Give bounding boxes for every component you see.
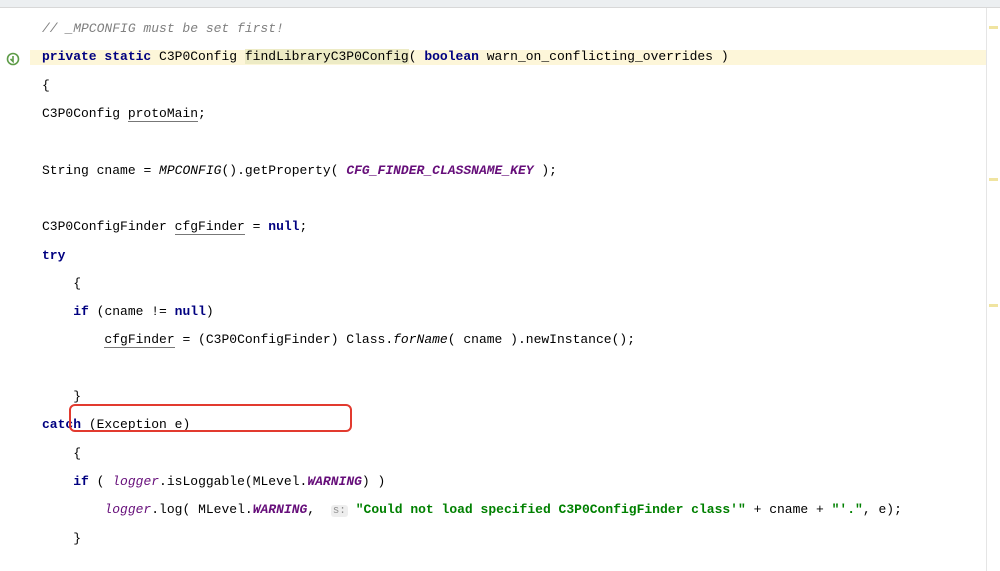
const: WARNING <box>253 502 308 517</box>
kw-if: if <box>73 304 89 319</box>
type: C3P0Config <box>42 106 120 121</box>
error-stripe[interactable] <box>986 8 1000 571</box>
p: ) <box>721 49 729 64</box>
string: "'." <box>832 502 863 517</box>
type-bool: boolean <box>424 49 479 64</box>
var: cfgFinder <box>175 219 245 235</box>
p: ; <box>198 106 206 121</box>
stripe-mark[interactable] <box>989 178 998 181</box>
method-call: MPCONFIG <box>159 163 221 178</box>
var: cname <box>463 332 502 347</box>
string: "Could not load specified C3P0ConfigFind… <box>356 502 746 517</box>
var: cname <box>769 502 808 517</box>
class: MLevel <box>198 502 245 517</box>
method-call: forName <box>393 332 448 347</box>
gutter <box>0 8 30 571</box>
var: cfgFinder <box>104 332 174 348</box>
p: = <box>245 219 268 234</box>
var: e <box>175 417 183 432</box>
p: ; <box>299 219 307 234</box>
brace: } <box>73 531 81 546</box>
p: ( <box>409 49 417 64</box>
method-call: log <box>159 502 182 517</box>
type: C3P0ConfigFinder <box>42 219 167 234</box>
kw-try: try <box>42 248 65 263</box>
op: != <box>143 304 174 319</box>
type: String <box>42 163 89 178</box>
class: Class <box>346 332 385 347</box>
kw-static: static <box>104 49 151 64</box>
brace: { <box>73 276 81 291</box>
kw-if: if <box>73 474 89 489</box>
param: warn_on_conflicting_overrides <box>487 49 713 64</box>
p: ; <box>894 502 902 517</box>
field: logger <box>104 502 151 517</box>
var: protoMain <box>128 106 198 122</box>
brace: } <box>73 389 81 404</box>
code-editor[interactable]: // _MPCONFIG must be set first! private … <box>0 0 1000 571</box>
null: null <box>268 219 299 234</box>
var: e <box>878 502 886 517</box>
class: MLevel <box>253 474 300 489</box>
brace: { <box>73 446 81 461</box>
type: Exception <box>97 417 167 432</box>
op: + <box>746 502 769 517</box>
method-decl: findLibraryC3P0Config <box>245 49 409 64</box>
method-call: getProperty <box>245 163 331 178</box>
null: null <box>175 304 206 319</box>
stripe-mark[interactable] <box>989 26 998 29</box>
type: C3P0Config <box>159 49 237 64</box>
type: C3P0ConfigFinder <box>206 332 331 347</box>
comment: // _MPCONFIG must be set first! <box>42 21 284 36</box>
kw-private: private <box>42 49 97 64</box>
field: logger <box>112 474 159 489</box>
p: ; <box>627 332 635 347</box>
code-area[interactable]: // _MPCONFIG must be set first! private … <box>30 8 986 571</box>
var: cname <box>104 304 143 319</box>
method-call: isLoggable <box>167 474 245 489</box>
kw-catch: catch <box>42 417 81 432</box>
stripe-mark[interactable] <box>989 304 998 307</box>
p: ; <box>549 163 557 178</box>
param-hint: s: <box>331 505 348 517</box>
p: . <box>237 163 245 178</box>
const: WARNING <box>307 474 362 489</box>
tab-strip <box>0 0 1000 8</box>
override-icon <box>6 52 20 66</box>
op: + <box>808 502 831 517</box>
p: = <box>136 163 159 178</box>
var: cname <box>97 163 136 178</box>
method-call: newInstance <box>526 332 612 347</box>
const: CFG_FINDER_CLASSNAME_KEY <box>346 163 533 178</box>
brace-line: { <box>30 79 986 93</box>
